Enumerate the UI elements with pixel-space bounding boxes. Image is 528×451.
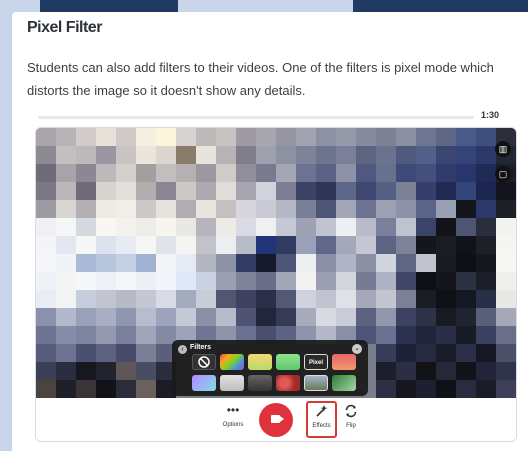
- effects-button[interactable]: Effects: [306, 404, 337, 429]
- filter-red[interactable]: [276, 375, 300, 391]
- effects-label: Effects: [312, 423, 331, 429]
- video-camera-icon: [271, 415, 284, 423]
- overlay-toggle-icon[interactable]: ▥: [495, 141, 511, 157]
- no-filter-icon: [198, 356, 210, 368]
- filter-none[interactable]: [192, 354, 216, 370]
- section-title: Pixel Filter: [27, 19, 102, 36]
- filter-gray[interactable]: [220, 375, 244, 391]
- filter-alien[interactable]: [332, 375, 356, 391]
- duration-label: 1:30: [481, 110, 500, 120]
- filter-green[interactable]: [276, 354, 300, 370]
- magic-wand-icon: [315, 405, 327, 417]
- options-button[interactable]: ••• Options: [218, 404, 248, 428]
- recorder-toolbar: ••• Options Effects Flip: [36, 398, 516, 441]
- caption-toggle-icon[interactable]: ▢: [495, 166, 511, 182]
- filters-panel-title: Filters: [190, 344, 212, 351]
- back-icon[interactable]: ‹: [178, 345, 187, 354]
- more-icon: •••: [226, 403, 240, 417]
- content-card: Pixel Filter Students can also add filte…: [12, 12, 528, 451]
- collapse-icon[interactable]: ⌄: [352, 344, 362, 354]
- section-description: Students can also add filters to their v…: [27, 60, 494, 98]
- flip-camera-icon: [345, 404, 357, 418]
- filter-dark[interactable]: [248, 375, 272, 391]
- record-button[interactable]: [259, 403, 293, 437]
- filter-sunset[interactable]: [332, 354, 356, 370]
- video-recorder: ▥ ▢ ‹ Filters ⌄ Pixel ••• Options Effect…: [35, 127, 517, 442]
- flip-button[interactable]: Flip: [341, 404, 361, 429]
- options-label: Options: [222, 422, 244, 428]
- filter-pastel[interactable]: [192, 375, 216, 391]
- audio-progress-bar[interactable]: [38, 116, 474, 119]
- filter-rainbow[interactable]: [220, 354, 244, 370]
- flip-label: Flip: [346, 423, 356, 429]
- filters-panel: ‹ Filters ⌄ Pixel: [172, 340, 368, 396]
- filter-photo[interactable]: [304, 375, 328, 391]
- filter-warm[interactable]: [248, 354, 272, 370]
- filter-pixel-selected[interactable]: Pixel: [304, 354, 328, 370]
